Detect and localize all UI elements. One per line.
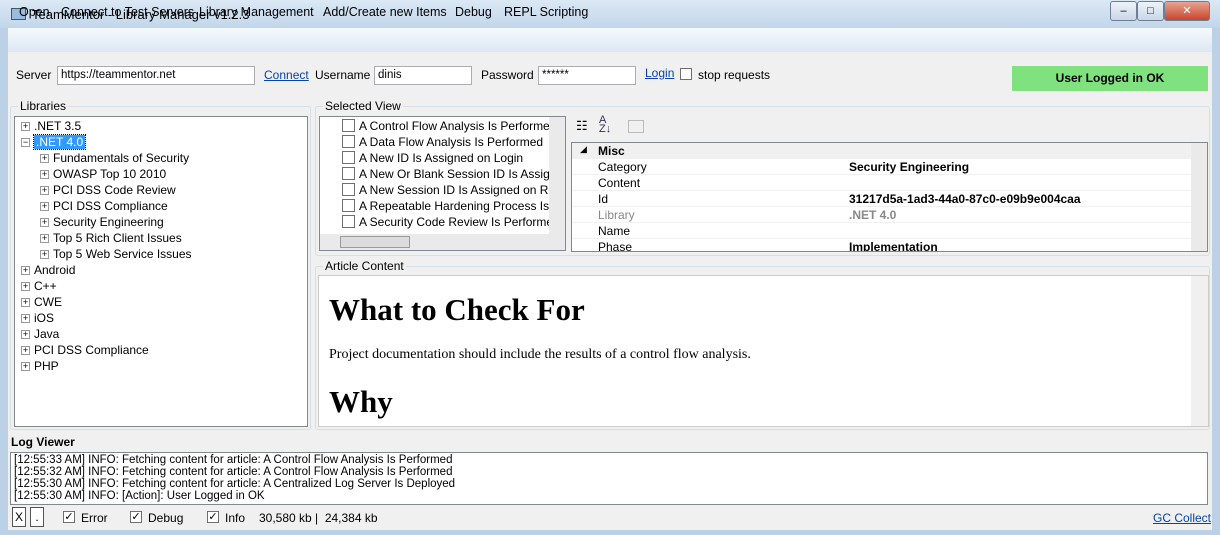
log-viewer-label: Log Viewer (11, 435, 75, 449)
horizontal-scrollbar[interactable] (320, 234, 565, 250)
menu-library-management[interactable]: Library Management (199, 5, 314, 19)
property-row[interactable]: Library .NET 4.0 (572, 207, 1207, 223)
property-pages-icon[interactable] (628, 120, 644, 133)
article-item[interactable]: A New Or Blank Session ID Is Assigned on (342, 167, 565, 181)
server-input[interactable]: https://teammentor.net (57, 66, 255, 85)
property-grid[interactable]: ◢ Misc Category Security Engineering Conte… (571, 142, 1208, 252)
articles-list[interactable]: A Control Flow Analysis Is Performed A D… (319, 116, 566, 251)
article-item[interactable]: A Repeatable Hardening Process Is Establ… (342, 199, 565, 213)
info-checkbox[interactable]: ✓ (207, 511, 219, 523)
tree-node-cpp[interactable]: + C++ (21, 279, 57, 293)
connect-link[interactable]: Connect (264, 68, 309, 82)
username-label: Username (315, 68, 371, 82)
article-item[interactable]: A New ID Is Assigned on Login (342, 151, 523, 165)
minimize-button[interactable]: – (1110, 1, 1137, 21)
libraries-tree[interactable]: + .NET 3.5 − .NET 4.0 + Fundamentals of Sec… (14, 116, 308, 427)
property-row[interactable]: Phase Implementation (572, 239, 1207, 251)
property-row[interactable]: Category Security Engineering (572, 159, 1207, 175)
tree-node-pci[interactable]: + PCI DSS Compliance (21, 343, 149, 357)
tree-node-java[interactable]: + Java (21, 327, 59, 341)
username-input[interactable]: dinis (374, 66, 472, 85)
article-scrollbar[interactable] (1191, 276, 1208, 426)
menu-open[interactable]: Open (19, 5, 50, 19)
article-heading-why: Why (329, 384, 393, 419)
tree-node-php[interactable]: + PHP (21, 359, 59, 373)
article-item[interactable]: A Data Flow Analysis Is Performed (342, 135, 543, 149)
gc-collect-link[interactable]: GC Collect (1153, 511, 1211, 525)
tree-node-child[interactable]: + PCI DSS Code Review (40, 183, 176, 197)
server-label: Server (16, 68, 52, 82)
collapse-icon[interactable]: ◢ (580, 144, 587, 155)
debug-checkbox[interactable]: ✓ (130, 511, 142, 523)
libraries-label: Libraries (18, 99, 69, 113)
tree-node-ios[interactable]: + iOS (21, 311, 54, 325)
password-input[interactable]: ****** (538, 66, 636, 85)
tree-node-net40[interactable]: − .NET 4.0 (21, 134, 87, 150)
login-link[interactable]: Login (645, 66, 674, 80)
article-item[interactable]: A Security Code Review Is Performed (342, 215, 560, 229)
error-checkbox[interactable]: ✓ (63, 511, 75, 523)
menu-bar (8, 28, 1212, 52)
property-row[interactable]: Name (572, 223, 1207, 239)
property-row[interactable]: Id 31217d5a-1ad3-44a0-87c0-e09b9e004caa (572, 191, 1207, 207)
article-item[interactable]: A New Session ID Is Assigned on Reauthen… (342, 183, 565, 197)
password-label: Password (481, 68, 534, 82)
tree-node-child[interactable]: + Security Engineering (40, 215, 164, 229)
log-dot-button[interactable]: . (30, 507, 44, 527)
close-button[interactable]: ✕ (1164, 1, 1210, 21)
tree-node-child[interactable]: + Fundamentals of Security (40, 151, 189, 165)
article-item[interactable]: A Control Flow Analysis Is Performed (342, 119, 556, 133)
tree-node-child[interactable]: + OWASP Top 10 2010 (40, 167, 166, 181)
article-paragraph: Project documentation should include the… (329, 347, 751, 362)
debug-label: Debug (148, 511, 184, 525)
sort-alphabetical-icon[interactable]: A Z↓ (599, 115, 611, 135)
clear-log-button[interactable]: X (12, 507, 26, 527)
menu-debug[interactable]: Debug (455, 5, 492, 19)
menu-connect-test-servers[interactable]: Connect to Test Servers (61, 5, 194, 19)
tree-node-child[interactable]: + Top 5 Rich Client Issues (40, 231, 182, 245)
categorized-view-icon[interactable]: ☷ (576, 118, 588, 134)
log-line: [12:55:30 AM] INFO: Fetching content for… (14, 478, 456, 490)
article-content[interactable]: What to Check For Project documentation … (318, 275, 1209, 427)
selected-view-label: Selected View (323, 99, 403, 113)
maximize-button[interactable]: □ (1137, 1, 1164, 21)
stop-requests-checkbox[interactable] (680, 68, 692, 80)
log-line: [12:55:30 AM] INFO: [Action]: User Logge… (14, 490, 265, 502)
error-label: Error (81, 511, 108, 525)
article-label: Article Content (323, 259, 406, 273)
stop-requests-label: stop requests (698, 68, 771, 82)
article-heading: What to Check For (329, 292, 585, 327)
tree-node-child[interactable]: + PCI DSS Compliance (40, 199, 168, 213)
tree-node-child[interactable]: + Top 5 Web Service Issues (40, 247, 192, 261)
login-status-badge: User Logged in OK (1012, 66, 1208, 91)
tree-node-android[interactable]: + Android (21, 263, 75, 277)
tree-node-cwe[interactable]: + CWE (21, 295, 62, 309)
log-line: [12:55:32 AM] INFO: Fetching content for… (14, 466, 453, 478)
property-scrollbar[interactable] (1191, 143, 1207, 251)
vertical-scrollbar[interactable] (549, 117, 565, 234)
property-row[interactable]: Content (572, 175, 1207, 191)
menu-repl-scripting[interactable]: REPL Scripting (504, 5, 588, 19)
info-label: Info (225, 511, 246, 525)
log-viewer[interactable]: [12:55:33 AM] INFO: Fetching content for… (10, 452, 1208, 505)
tree-node-net35[interactable]: + .NET 3.5 (21, 119, 81, 133)
memory-usage: 30,580 kb | 24,384 kb (259, 511, 378, 525)
menu-add-create-items[interactable]: Add/Create new Items (323, 5, 447, 19)
log-line: [12:55:33 AM] INFO: Fetching content for… (14, 454, 453, 466)
property-section: Misc (598, 144, 625, 158)
